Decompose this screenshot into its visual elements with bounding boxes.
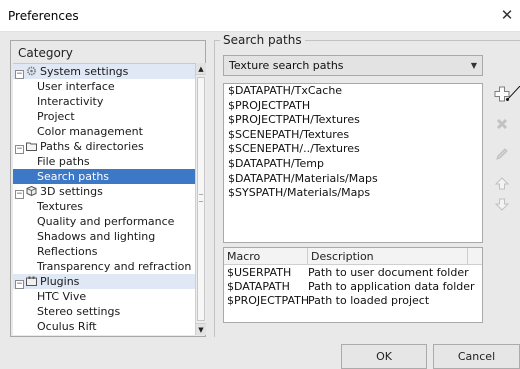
tree-item[interactable]: − Plugins — [13, 274, 195, 289]
table-row[interactable]: $PROJECTPATH Path to loaded project — [224, 294, 482, 308]
tree-item[interactable]: − System settings — [13, 64, 195, 79]
title-bar: Preferences ✕ — [0, 0, 520, 32]
tree-item-label: Shadows and lighting — [37, 230, 156, 243]
tree-item[interactable]: Placement report — [13, 334, 195, 335]
tree-item-label: Transparency and refraction — [37, 260, 192, 273]
tree-item[interactable]: Oculus Rift — [13, 319, 195, 334]
tree-item[interactable]: Search paths — [13, 169, 195, 184]
cube-icon — [26, 185, 37, 197]
tree-item-label: System settings — [40, 65, 129, 78]
list-item[interactable]: $PROJECTPATH/Textures — [224, 113, 482, 128]
collapse-icon[interactable]: − — [15, 280, 24, 289]
tree-item-label: HTC Vive — [37, 290, 87, 303]
tree-item-label: Plugins — [40, 275, 80, 288]
macro-table[interactable]: Macro Description $USERPATH Path to user … — [223, 247, 483, 323]
tree-item[interactable]: Stereo settings — [13, 304, 195, 319]
scroll-down-arrow-icon[interactable]: ▼ — [196, 323, 206, 335]
description-column-header[interactable]: Description — [308, 248, 468, 265]
tree-item-label: 3D settings — [40, 185, 103, 198]
arrow-up-icon — [494, 177, 510, 190]
tree-item[interactable]: Reflections — [13, 244, 195, 259]
tree-item-label: Reflections — [37, 245, 98, 258]
collapse-icon[interactable]: − — [15, 145, 24, 154]
category-tree[interactable]: − System settings User interface Interactiv… — [13, 63, 195, 335]
tree-item[interactable]: Quality and performance — [13, 214, 195, 229]
move-up-button[interactable] — [493, 175, 511, 193]
remove-icon — [496, 118, 508, 130]
search-path-type-value: Texture search paths — [229, 59, 344, 72]
category-label: Category — [18, 46, 73, 60]
folder-icon — [26, 140, 37, 151]
tree-item-label: Oculus Rift — [37, 320, 97, 333]
callout-pointer-icon — [506, 86, 520, 101]
close-button[interactable]: ✕ — [496, 4, 518, 26]
tree-item[interactable]: Shadows and lighting — [13, 229, 195, 244]
category-panel: Category − System settings User interface I… — [10, 40, 206, 337]
chevron-down-icon: ▼ — [470, 61, 477, 70]
dialog-body: Category − System settings User interface I… — [0, 32, 520, 369]
category-scrollbar[interactable]: ▲ ▼ — [195, 63, 206, 335]
tree-item-label: Search paths — [37, 170, 110, 183]
tree-item-label: Quality and performance — [37, 215, 175, 228]
table-row[interactable]: $DATAPATH Path to application data folder — [224, 280, 482, 294]
tree-item-label: File paths — [37, 155, 90, 168]
macro-column-header[interactable]: Macro — [224, 248, 308, 265]
scrollbar-thumb[interactable] — [197, 77, 205, 321]
tree-item[interactable]: − Paths & directories — [13, 139, 195, 154]
collapse-icon[interactable]: − — [15, 190, 24, 199]
search-paths-group-label: Search paths — [220, 33, 305, 47]
tree-item-label: Color management — [37, 125, 143, 138]
tree-item[interactable]: Project — [13, 109, 195, 124]
tree-item[interactable]: File paths — [13, 154, 195, 169]
pencil-icon — [496, 148, 508, 160]
tree-item-label: Stereo settings — [37, 305, 121, 318]
table-row[interactable]: $USERPATH Path to user document folder — [224, 266, 482, 280]
list-item[interactable]: $SYSPATH/Materials/Maps — [224, 186, 482, 201]
remove-path-button[interactable] — [493, 115, 511, 133]
arrow-down-icon — [494, 198, 510, 211]
list-item[interactable]: $SCENEPATH/Textures — [224, 128, 482, 143]
macro-cell: $DATAPATH — [227, 280, 290, 293]
macro-table-header: Macro Description — [224, 248, 482, 265]
gear-icon — [26, 65, 37, 76]
tree-item-label: Paths & directories — [40, 140, 144, 153]
tree-item[interactable]: HTC Vive — [13, 289, 195, 304]
tree-item[interactable]: Color management — [13, 124, 195, 139]
description-cell: Path to application data folder — [308, 280, 475, 293]
search-path-type-dropdown[interactable]: Texture search paths ▼ — [223, 55, 483, 76]
description-cell: Path to user document folder — [308, 266, 469, 279]
move-down-button[interactable] — [493, 195, 511, 213]
search-paths-group: Search paths Texture search paths ▼ $DAT… — [214, 33, 520, 337]
plugin-icon — [26, 275, 37, 286]
list-item[interactable]: $PROJECTPATH — [224, 99, 482, 114]
tree-item-label: Interactivity — [37, 95, 104, 108]
cancel-button[interactable]: Cancel — [433, 344, 520, 369]
tree-item-label: User interface — [37, 80, 115, 93]
tree-item[interactable]: − 3D settings — [13, 184, 195, 199]
tree-item[interactable]: User interface — [13, 79, 195, 94]
tree-item[interactable]: Textures — [13, 199, 195, 214]
scroll-up-arrow-icon[interactable]: ▲ — [196, 63, 206, 75]
extra-column-header — [468, 248, 482, 265]
macro-cell: $PROJECTPATH — [227, 294, 310, 307]
description-cell: Path to loaded project — [308, 294, 430, 307]
window-title: Preferences — [8, 9, 79, 23]
tree-item[interactable]: Transparency and refraction — [13, 259, 195, 274]
tree-item[interactable]: Interactivity — [13, 94, 195, 109]
list-item[interactable]: $DATAPATH/Temp — [224, 157, 482, 172]
search-path-list[interactable]: $DATAPATH/TxCache $PROJECTPATH $PROJECTPAT… — [223, 83, 483, 243]
ok-button[interactable]: OK — [341, 344, 427, 369]
edit-path-button[interactable] — [493, 145, 511, 163]
list-item[interactable]: $DATAPATH/TxCache — [224, 84, 482, 99]
macro-cell: $USERPATH — [227, 266, 292, 279]
tree-item-label: Textures — [37, 200, 83, 213]
tree-item-label: Project — [37, 110, 75, 123]
list-item[interactable]: $SCENEPATH/../Textures — [224, 142, 482, 157]
collapse-icon[interactable]: − — [15, 70, 24, 79]
list-item[interactable]: $DATAPATH/Materials/Maps — [224, 172, 482, 187]
